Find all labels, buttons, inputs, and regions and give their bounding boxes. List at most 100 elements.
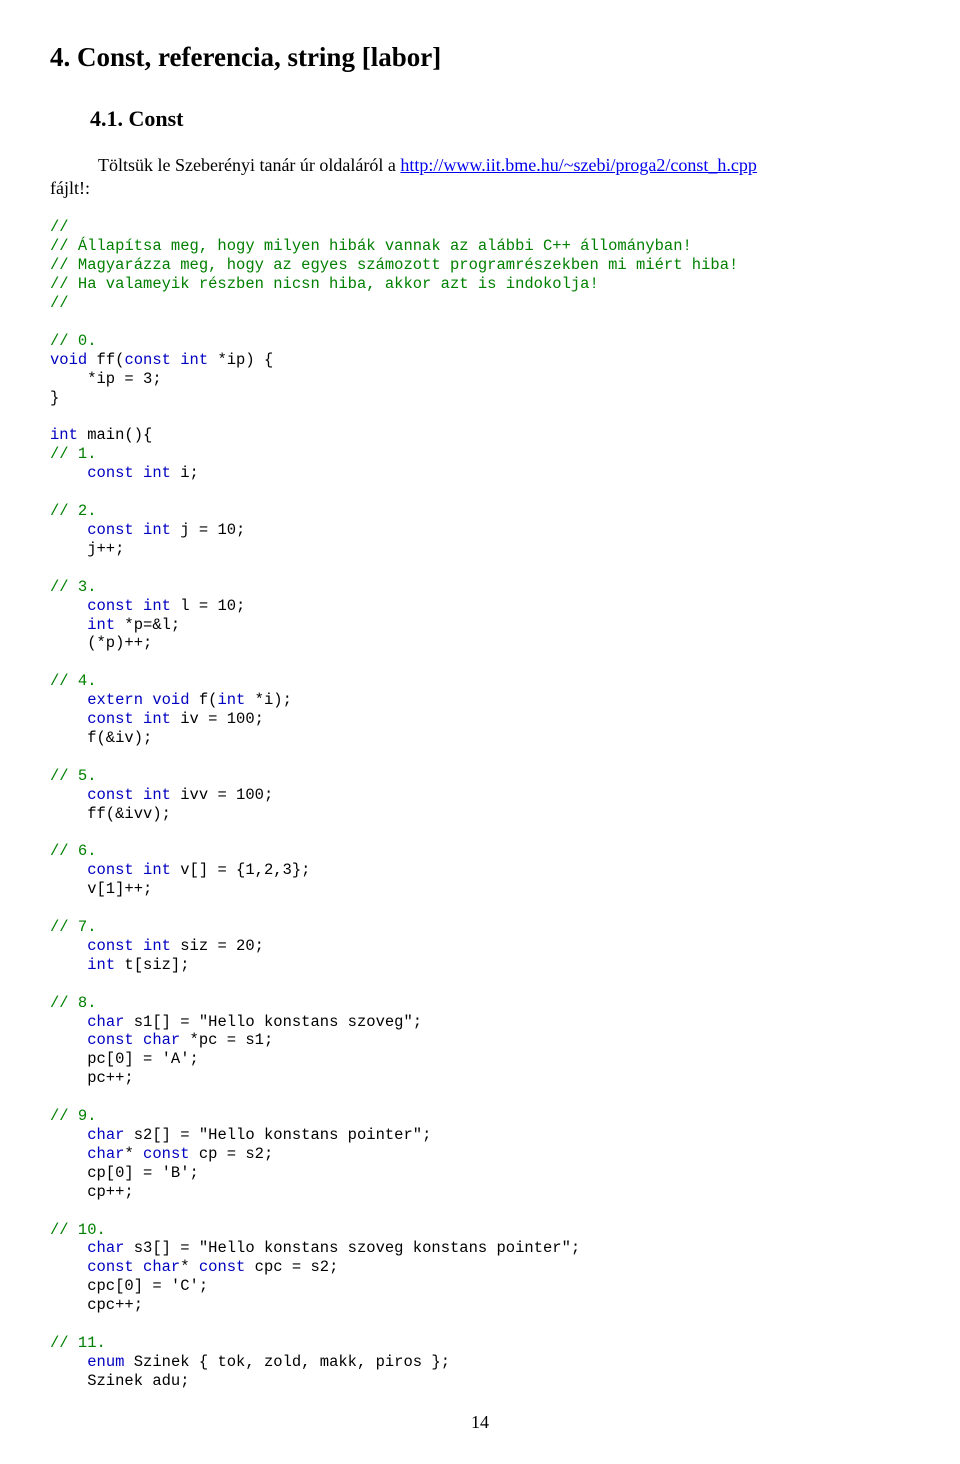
code-comment: // 2. [50,502,97,520]
code-text: i; [171,464,199,482]
code-text: *i); [245,691,292,709]
code-keyword: const int [87,786,171,804]
code-keyword: char [87,1013,124,1031]
code-comment: // 10. [50,1221,106,1239]
code-keyword: const int [87,937,171,955]
code-text: v[1]++; [50,880,152,898]
code-comment: // 4. [50,672,97,690]
code-text: Szinek adu; [50,1372,190,1390]
code-text [50,1145,87,1163]
code-text [50,1013,87,1031]
code-text: } [50,389,59,407]
code-keyword: int [87,956,115,974]
code-keyword: const int [87,521,171,539]
code-text [50,1239,87,1257]
code-comment: // 11. [50,1334,106,1352]
code-comment: // 9. [50,1107,97,1125]
code-keyword: const char [87,1031,180,1049]
code-keyword: const int [87,597,171,615]
code-text: ff( [87,351,124,369]
code-text: ff(&ivv); [50,805,171,823]
section-title: 4.1. Const [90,105,910,134]
code-text: * [180,1258,199,1276]
code-text: * [124,1145,143,1163]
code-keyword: const int [124,351,208,369]
code-keyword: const [143,1145,190,1163]
code-text [50,616,87,634]
code-text: cpc = s2; [245,1258,338,1276]
code-text: *ip) { [208,351,273,369]
code-comment: // 0. [50,332,97,350]
page-title: 4. Const, referencia, string [labor] [50,40,910,75]
intro-paragraph: Töltsük le Szeberényi tanár úr oldaláról… [50,154,910,201]
code-text [50,1126,87,1144]
code-comment: // 8. [50,994,97,1012]
code-text [50,691,87,709]
code-comment: // [50,218,69,236]
code-text [50,1353,87,1371]
code-keyword: char [87,1239,124,1257]
code-text: ivv = 100; [171,786,273,804]
code-text: cpc[0] = 'C'; [50,1277,208,1295]
code-keyword: char [87,1126,124,1144]
code-text: cp++; [50,1183,134,1201]
code-comment: // 6. [50,842,97,860]
code-comment: // Állapítsa meg, hogy milyen hibák vann… [50,237,692,255]
code-text: cp[0] = 'B'; [50,1164,199,1182]
code-keyword: const char [87,1258,180,1276]
code-text: cpc++; [50,1296,143,1314]
code-text: (*p)++; [50,634,152,652]
code-text [50,1258,87,1276]
code-text [50,1031,87,1049]
code-block: // // Állapítsa meg, hogy milyen hibák v… [50,218,910,1390]
code-text: *p=&l; [115,616,180,634]
code-text: *ip = 3; [50,370,162,388]
source-link[interactable]: http://www.iit.bme.hu/~szebi/proga2/cons… [400,155,757,175]
code-keyword: enum [87,1353,124,1371]
code-text: s1[] = "Hello konstans szoveg"; [124,1013,422,1031]
code-text [50,597,87,615]
code-text: l = 10; [171,597,245,615]
code-comment: // 3. [50,578,97,596]
intro-text-suffix: fájlt!: [50,178,90,198]
code-text: j++; [50,540,124,558]
code-text [50,956,87,974]
code-text: s2[] = "Hello konstans pointer"; [124,1126,431,1144]
code-keyword: const int [87,710,171,728]
code-text: j = 10; [171,521,245,539]
page-number: 14 [50,1411,910,1434]
code-keyword: const int [87,861,171,879]
code-text: v[] = {1,2,3}; [171,861,311,879]
code-text: siz = 20; [171,937,264,955]
code-keyword: extern void [87,691,189,709]
code-text: pc[0] = 'A'; [50,1050,199,1068]
code-text: s3[] = "Hello konstans szoveg konstans p… [124,1239,580,1257]
code-text: iv = 100; [171,710,264,728]
code-text [50,786,87,804]
code-keyword: int [50,426,78,444]
code-text [50,464,87,482]
code-text [50,521,87,539]
code-keyword: const int [87,464,171,482]
code-keyword: int [217,691,245,709]
code-comment: // Magyarázza meg, hogy az egyes számozo… [50,256,738,274]
code-text: pc++; [50,1069,134,1087]
intro-text-prefix: Töltsük le Szeberényi tanár úr oldaláról… [98,155,400,175]
code-text [50,861,87,879]
code-comment: // Ha valameyik részben nicsn hiba, akko… [50,275,599,293]
code-keyword: char [87,1145,124,1163]
code-text: *pc = s1; [180,1031,273,1049]
code-comment: // 1. [50,445,97,463]
code-text: t[siz]; [115,956,189,974]
code-comment: // [50,294,69,312]
code-text [50,710,87,728]
code-text: Szinek { tok, zold, makk, piros }; [124,1353,450,1371]
code-text: f( [190,691,218,709]
code-text: cp = s2; [190,1145,274,1163]
code-comment: // 5. [50,767,97,785]
code-keyword: int [87,616,115,634]
code-keyword: const [199,1258,246,1276]
code-text [50,937,87,955]
code-text: f(&iv); [50,729,152,747]
code-comment: // 7. [50,918,97,936]
